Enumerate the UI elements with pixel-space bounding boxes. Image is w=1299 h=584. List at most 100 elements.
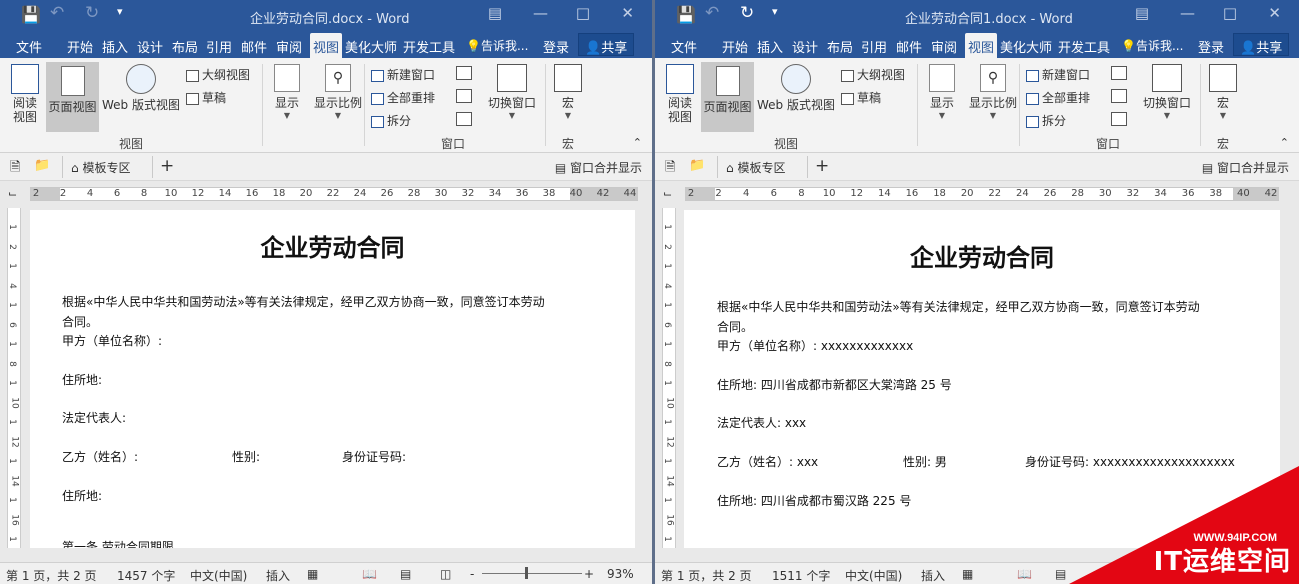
new-document-icon[interactable]: 🗎 bbox=[10, 158, 20, 180]
tab-5[interactable]: 引用 bbox=[206, 37, 232, 56]
read-mode-icon[interactable]: 📖 bbox=[1017, 567, 1032, 581]
zoom-thumb[interactable] bbox=[525, 567, 528, 579]
tab-5[interactable]: 引用 bbox=[861, 37, 887, 56]
arrange-all-button[interactable]: 全部重排 bbox=[1026, 89, 1090, 106]
macro-record-icon[interactable]: ▦ bbox=[962, 567, 973, 581]
tab-0[interactable]: 文件 bbox=[16, 37, 42, 56]
share-button[interactable]: 👤共享 bbox=[1233, 33, 1289, 56]
tab-8[interactable]: 视图 bbox=[965, 33, 998, 58]
side-by-side-button[interactable] bbox=[456, 65, 475, 80]
page-view-button[interactable]: 页面视图 bbox=[46, 62, 99, 132]
draft-view-button[interactable]: 草稿 bbox=[841, 89, 881, 106]
add-tab-icon[interactable]: + bbox=[815, 156, 829, 176]
tab-4[interactable]: 布局 bbox=[172, 37, 198, 56]
add-tab-icon[interactable]: + bbox=[160, 156, 174, 176]
redo-icon[interactable]: ↻ bbox=[85, 3, 99, 23]
new-window-button[interactable]: 新建窗口 bbox=[1026, 66, 1090, 83]
new-window-button[interactable]: 新建窗口 bbox=[371, 66, 435, 83]
web-layout-icon[interactable]: ◫ bbox=[440, 567, 451, 581]
horizontal-ruler[interactable]: ⌙ 2 2 4 6 8 10 12 14 16 18 20 22 24 26 28 30 32 34 36 38 40 4… bbox=[0, 181, 652, 207]
customize-toolbar-icon[interactable]: ▾ bbox=[772, 5, 778, 18]
tab-10[interactable]: 开发工具 bbox=[1058, 37, 1110, 56]
read-mode-icon[interactable]: 📖 bbox=[362, 567, 377, 581]
tab-1[interactable]: 开始 bbox=[722, 37, 748, 56]
login-button[interactable]: 登录 bbox=[1198, 37, 1224, 56]
vertical-ruler[interactable]: 1 2 1 4 1 6 1 8 1 10 1 12 1 14 1 16 1 bbox=[662, 208, 676, 548]
merge-windows-button[interactable]: ▤ 窗口合并显示 bbox=[555, 159, 642, 176]
tab-2[interactable]: 插入 bbox=[102, 37, 128, 56]
open-folder-icon[interactable]: 📁 bbox=[34, 158, 50, 173]
switch-window-button[interactable]: 切换窗口 ▼ bbox=[482, 64, 542, 120]
read-view-button[interactable]: 阅读 视图 bbox=[6, 64, 44, 124]
page-count[interactable]: 第 1 页，共 2 页 bbox=[6, 567, 97, 584]
print-layout-icon[interactable]: ▤ bbox=[1055, 567, 1066, 581]
show-button[interactable]: 显示 ▼ bbox=[923, 64, 961, 120]
save-icon[interactable]: 💾 bbox=[676, 5, 696, 24]
page-count[interactable]: 第 1 页，共 2 页 bbox=[661, 567, 752, 584]
close-icon[interactable]: ✕ bbox=[1268, 4, 1281, 22]
macro-button[interactable]: 宏 ▼ bbox=[550, 64, 586, 120]
language-indicator[interactable]: 中文(中国) bbox=[190, 567, 247, 584]
tab-6[interactable]: 邮件 bbox=[241, 37, 267, 56]
close-icon[interactable]: ✕ bbox=[621, 4, 634, 22]
undo-icon[interactable]: ↶ bbox=[705, 3, 719, 23]
maximize-icon[interactable]: □ bbox=[576, 4, 590, 22]
zoom-button[interactable]: ⚲ 显示比例 ▼ bbox=[965, 64, 1021, 120]
collapse-ribbon-icon[interactable]: ⌃ bbox=[633, 136, 642, 149]
tab-9[interactable]: 美化大师 bbox=[345, 37, 397, 56]
macro-button[interactable]: 宏 ▼ bbox=[1205, 64, 1241, 120]
zoom-percent[interactable]: 93% bbox=[607, 567, 634, 581]
tab-3[interactable]: 设计 bbox=[792, 37, 818, 56]
open-folder-icon[interactable]: 📁 bbox=[689, 158, 705, 173]
sync-scroll-button[interactable] bbox=[456, 88, 475, 103]
word-count[interactable]: 1457 个字 bbox=[117, 567, 175, 584]
horizontal-ruler[interactable]: ⌙ 2 2 4 6 8 10 12 14 16 18 20 22 24 26 28 30 32 34 36 38 40 4… bbox=[655, 181, 1299, 207]
outline-view-button[interactable]: 大纲视图 bbox=[186, 66, 250, 83]
split-button[interactable]: 拆分 bbox=[371, 112, 411, 129]
share-button[interactable]: 👤共享 bbox=[578, 33, 634, 56]
new-document-icon[interactable]: 🗎 bbox=[665, 158, 675, 180]
undo-icon[interactable]: ↶ bbox=[50, 3, 64, 23]
tab-3[interactable]: 设计 bbox=[137, 37, 163, 56]
document-page[interactable]: 企业劳动合同 根据«中华人民中华共和国劳动法»等有关法律规定，经甲乙双方协商一致… bbox=[30, 210, 635, 548]
minimize-icon[interactable]: — bbox=[533, 4, 548, 22]
tell-me-box[interactable]: 💡告诉我... bbox=[466, 37, 528, 54]
reset-window-button[interactable] bbox=[456, 111, 475, 126]
tab-6[interactable]: 邮件 bbox=[896, 37, 922, 56]
language-indicator[interactable]: 中文(中国) bbox=[845, 567, 902, 584]
tab-2[interactable]: 插入 bbox=[757, 37, 783, 56]
sync-scroll-button[interactable] bbox=[1111, 88, 1130, 103]
tab-8[interactable]: 视图 bbox=[310, 33, 343, 58]
web-view-button[interactable]: Web 版式视图 bbox=[100, 64, 182, 113]
split-button[interactable]: 拆分 bbox=[1026, 112, 1066, 129]
save-icon[interactable]: 💾 bbox=[21, 5, 41, 24]
tab-10[interactable]: 开发工具 bbox=[403, 37, 455, 56]
reset-window-button[interactable] bbox=[1111, 111, 1130, 126]
switch-window-button[interactable]: 切换窗口 ▼ bbox=[1137, 64, 1197, 120]
redo-icon[interactable]: ↻ bbox=[740, 3, 754, 23]
word-count[interactable]: 1511 个字 bbox=[772, 567, 830, 584]
tab-7[interactable]: 审阅 bbox=[931, 37, 957, 56]
side-by-side-button[interactable] bbox=[1111, 65, 1130, 80]
tab-4[interactable]: 布局 bbox=[827, 37, 853, 56]
tab-stop-selector-icon[interactable]: ⌙ bbox=[8, 188, 19, 199]
draft-view-button[interactable]: 草稿 bbox=[186, 89, 226, 106]
zoom-in-button[interactable]: + bbox=[584, 567, 594, 581]
ribbon-display-icon[interactable]: ▤ bbox=[488, 4, 502, 22]
zoom-button[interactable]: ⚲ 显示比例 ▼ bbox=[310, 64, 366, 120]
zoom-out-button[interactable]: - bbox=[470, 567, 474, 581]
show-button[interactable]: 显示 ▼ bbox=[268, 64, 306, 120]
maximize-icon[interactable]: □ bbox=[1223, 4, 1237, 22]
tab-7[interactable]: 审阅 bbox=[276, 37, 302, 56]
tab-9[interactable]: 美化大师 bbox=[1000, 37, 1052, 56]
insert-mode-indicator[interactable]: 插入 bbox=[921, 567, 945, 584]
print-layout-icon[interactable]: ▤ bbox=[400, 567, 411, 581]
customize-toolbar-icon[interactable]: ▾ bbox=[117, 5, 123, 18]
login-button[interactable]: 登录 bbox=[543, 37, 569, 56]
macro-record-icon[interactable]: ▦ bbox=[307, 567, 318, 581]
tab-stop-selector-icon[interactable]: ⌙ bbox=[663, 188, 674, 199]
arrange-all-button[interactable]: 全部重排 bbox=[371, 89, 435, 106]
page-view-button[interactable]: 页面视图 bbox=[701, 62, 754, 132]
tell-me-box[interactable]: 💡告诉我... bbox=[1121, 37, 1183, 54]
outline-view-button[interactable]: 大纲视图 bbox=[841, 66, 905, 83]
